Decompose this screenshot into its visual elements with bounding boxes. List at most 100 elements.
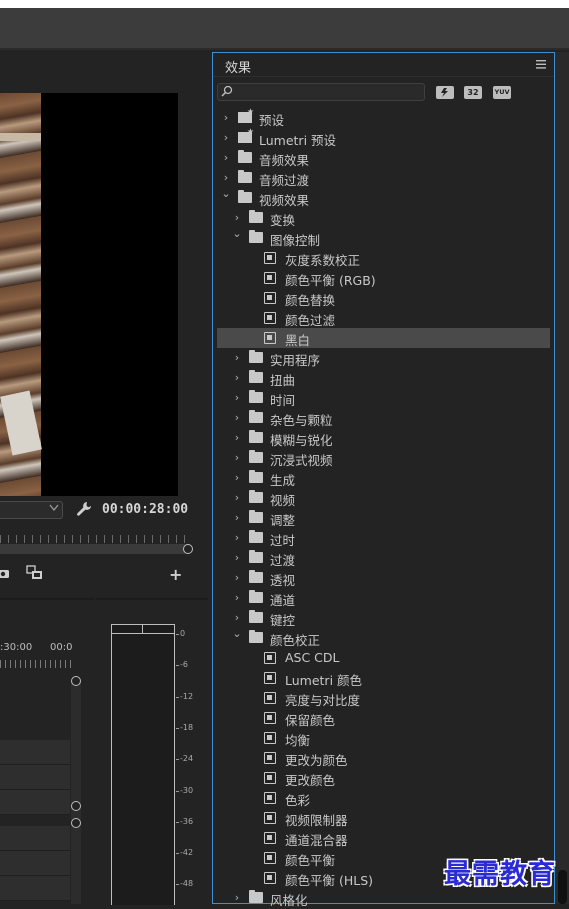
chevron-right-icon[interactable]: › xyxy=(232,488,242,508)
chevron-right-icon[interactable]: › xyxy=(232,508,242,528)
playhead-timecode[interactable]: 00:00:28:00 xyxy=(102,502,188,517)
chevron-right-icon[interactable]: › xyxy=(232,208,242,228)
effect-item[interactable]: 亮度与对比度 xyxy=(217,688,550,708)
folder-icon xyxy=(249,370,263,383)
effect-item[interactable]: 更改颜色 xyxy=(217,768,550,788)
meter-scale-tick xyxy=(176,853,179,855)
chevron-right-icon[interactable]: › xyxy=(232,408,242,428)
chevron-right-icon[interactable]: › xyxy=(232,888,242,908)
effects-folder-item[interactable]: ⌄ 视频效果 xyxy=(217,188,550,209)
timeline-track[interactable] xyxy=(0,876,70,901)
timeline-track[interactable] xyxy=(0,765,70,790)
chevron-right-icon[interactable]: › xyxy=(232,568,242,588)
32bit-color-icon[interactable]: 32 xyxy=(464,86,482,99)
chevron-right-icon[interactable]: › xyxy=(232,368,242,388)
effects-folder-item[interactable]: › 模糊与锐化 xyxy=(217,428,550,448)
effect-item[interactable]: 均衡 xyxy=(217,728,550,748)
chevron-down-icon[interactable]: ⌄ xyxy=(232,228,242,248)
program-monitor-video[interactable] xyxy=(0,93,178,496)
effect-item[interactable]: 通道混合器 xyxy=(217,828,550,848)
timeline-vertical-scrollbar[interactable] xyxy=(71,680,81,904)
folder-icon xyxy=(249,510,263,523)
chevron-right-icon[interactable]: › xyxy=(221,148,231,168)
monitor-zoom-scrollbar[interactable] xyxy=(0,544,190,554)
effects-folder-item[interactable]: › 调整 xyxy=(217,508,550,528)
effect-item[interactable]: 更改为颜色 xyxy=(217,748,550,768)
tree-item-label: 视频限制器 xyxy=(285,813,348,828)
effects-scrollbar-thumb[interactable] xyxy=(558,870,567,904)
effects-folder-item[interactable]: › 过渡 xyxy=(217,548,550,568)
effects-folder-item[interactable]: ⌄ 图像控制 xyxy=(217,228,550,249)
tree-item-label: 透视 xyxy=(270,573,296,588)
effects-search-input[interactable] xyxy=(217,83,425,101)
folder-icon xyxy=(249,570,263,583)
camera-icon[interactable] xyxy=(0,567,10,579)
effects-folder-item[interactable]: › 实用程序 xyxy=(217,348,550,368)
timeline-track[interactable] xyxy=(0,740,70,765)
chevron-right-icon[interactable]: › xyxy=(232,348,242,368)
timeline-track[interactable] xyxy=(0,826,70,851)
effects-folder-item[interactable]: › 时间 xyxy=(217,388,550,408)
wrench-icon[interactable] xyxy=(76,501,92,517)
scroll-handle[interactable] xyxy=(71,801,81,811)
chevron-right-icon[interactable]: › xyxy=(221,108,231,128)
scroll-handle[interactable] xyxy=(71,818,81,828)
add-button[interactable]: + xyxy=(169,565,182,584)
timeline-ruler[interactable] xyxy=(0,660,72,668)
effect-item[interactable]: 颜色平衡 (RGB) xyxy=(217,268,550,288)
effects-folder-item[interactable]: › 预设 xyxy=(217,107,550,128)
effects-folder-item[interactable]: › Lumetri 预设 xyxy=(217,127,550,148)
chevron-right-icon[interactable]: › xyxy=(232,428,242,448)
zoom-scroll-handle[interactable] xyxy=(183,544,193,554)
effect-item[interactable]: 视频限制器 xyxy=(217,808,550,828)
hamburger-menu-icon[interactable] xyxy=(536,60,546,69)
effects-folder-item[interactable]: › 透视 xyxy=(217,568,550,588)
chevron-right-icon[interactable]: › xyxy=(232,468,242,488)
button-editor-icon[interactable] xyxy=(26,565,46,581)
timeline-track[interactable] xyxy=(0,851,70,876)
effect-item[interactable]: 颜色替换 xyxy=(217,288,550,308)
chevron-down-icon[interactable]: ⌄ xyxy=(232,628,242,648)
effect-item[interactable]: 保留颜色 xyxy=(217,708,550,728)
chevron-right-icon[interactable]: › xyxy=(232,448,242,468)
effects-scrollbar-track[interactable] xyxy=(555,52,569,904)
effects-folder-item[interactable]: › 通道 xyxy=(217,588,550,608)
effect-item[interactable]: 颜色过滤 xyxy=(217,308,550,328)
effects-folder-item[interactable]: ⌄ 颜色校正 xyxy=(217,628,550,649)
timeline-track[interactable] xyxy=(0,790,70,815)
chevron-right-icon[interactable]: › xyxy=(221,128,231,148)
chevron-down-icon[interactable]: ⌄ xyxy=(221,188,231,208)
effects-folder-item[interactable]: › 视频 xyxy=(217,488,550,508)
effects-folder-item[interactable]: › 生成 xyxy=(217,468,550,488)
effect-item[interactable]: 色彩 xyxy=(217,788,550,808)
chevron-right-icon[interactable]: › xyxy=(232,608,242,628)
chevron-right-icon[interactable]: › xyxy=(232,588,242,608)
effects-folder-item[interactable]: › 风格化 xyxy=(217,888,550,908)
meter-scale-tick xyxy=(176,634,179,635)
folder-icon xyxy=(249,530,263,543)
effects-folder-item[interactable]: › 音频效果 xyxy=(217,148,550,168)
effects-folder-item[interactable]: › 键控 xyxy=(217,608,550,628)
effect-item[interactable]: ASC CDL xyxy=(217,648,550,668)
effect-item[interactable]: Lumetri 颜色 xyxy=(217,668,550,688)
effects-folder-item[interactable]: › 音频过渡 xyxy=(217,168,550,188)
chevron-right-icon[interactable]: › xyxy=(232,388,242,408)
panel-title[interactable]: 效果 xyxy=(225,57,251,76)
tree-item-label: 颜色过滤 xyxy=(285,313,336,328)
chevron-right-icon[interactable]: › xyxy=(232,528,242,548)
tree-item-label: 亮度与对比度 xyxy=(285,693,361,708)
effects-folder-item[interactable]: › 杂色与颗粒 xyxy=(217,408,550,428)
effects-folder-item[interactable]: › 变换 xyxy=(217,208,550,228)
accelerated-effects-icon[interactable] xyxy=(436,86,454,99)
scroll-handle[interactable] xyxy=(71,676,81,686)
effects-folder-item[interactable]: › 扭曲 xyxy=(217,368,550,388)
chevron-right-icon[interactable]: › xyxy=(232,548,242,568)
effect-icon xyxy=(264,852,276,864)
effect-item[interactable]: 灰度系数校正 xyxy=(217,248,550,268)
chevron-right-icon[interactable]: › xyxy=(221,168,231,188)
effects-folder-item[interactable]: › 沉浸式视频 xyxy=(217,448,550,468)
effects-folder-item[interactable]: › 过时 xyxy=(217,528,550,548)
effect-item[interactable]: 黑白 xyxy=(217,328,550,348)
yuv-effects-icon[interactable]: YUV xyxy=(493,86,511,99)
chevron-down-icon[interactable] xyxy=(48,501,60,515)
